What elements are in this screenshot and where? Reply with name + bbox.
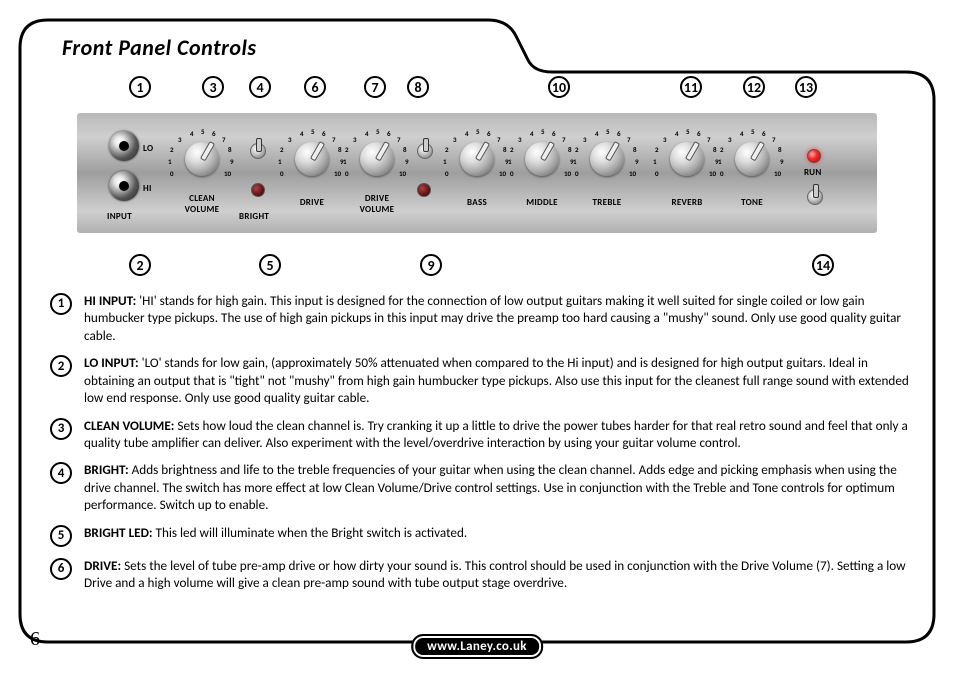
knob-tone[interactable]: 01 23 45 67 89 10 TONE <box>722 135 782 215</box>
callout-13: 13 <box>795 76 817 98</box>
callout-2: 2 <box>129 254 151 276</box>
amp-front-panel: LO HI INPUT 01 23 45 67 89 10 CLEAN VOLU… <box>77 113 877 233</box>
knob-middle[interactable]: 01 23 45 67 89 10 MIDDLE <box>512 135 572 215</box>
input-label: INPUT <box>107 211 132 222</box>
descriptions: 1 HI INPUT: 'HI' stands for high gain. T… <box>50 292 910 601</box>
knob-bass[interactable]: 01 23 45 67 89 10 BASS <box>447 135 507 215</box>
desc-num: 6 <box>50 558 72 580</box>
page-root: Front Panel Controls 1 3 4 6 7 8 10 11 1… <box>0 0 954 675</box>
knob-drive[interactable]: 01 23 45 67 89 10 DRIVE <box>282 135 342 215</box>
bright-switch[interactable] <box>250 143 266 159</box>
desc-row: 2 LO INPUT: 'LO' stands for low gain, (a… <box>50 354 910 406</box>
callout-12: 12 <box>743 76 765 98</box>
callout-5: 5 <box>259 254 281 276</box>
callout-10: 10 <box>548 76 570 98</box>
desc-body: LO INPUT: 'LO' stands for low gain, (app… <box>84 354 910 406</box>
desc-body: BRIGHT: Adds brightness and life to the … <box>84 461 910 513</box>
desc-num: 5 <box>50 525 72 547</box>
page-number: 6 <box>30 628 40 651</box>
channel-switch[interactable] <box>417 143 433 159</box>
knob-drive-volume[interactable]: 01 23 45 67 89 10 DRIVE VOLUME <box>347 135 407 215</box>
knob-label: BASS <box>447 197 507 208</box>
desc-num: 4 <box>50 462 72 484</box>
run-led <box>807 149 821 163</box>
desc-body: BRIGHT LED: This led will illuminate whe… <box>84 524 910 541</box>
page-title: Front Panel Controls <box>62 34 257 61</box>
callout-14: 14 <box>812 254 834 276</box>
knob-label: MIDDLE <box>512 197 572 208</box>
callout-1: 1 <box>129 76 151 98</box>
callout-6: 6 <box>304 76 326 98</box>
callout-9: 9 <box>420 254 442 276</box>
desc-num: 2 <box>50 355 72 377</box>
desc-row: 5 BRIGHT LED: This led will illuminate w… <box>50 524 910 547</box>
bright-led <box>251 183 265 197</box>
callout-3: 3 <box>202 76 224 98</box>
callout-11: 11 <box>680 76 702 98</box>
desc-row: 3 CLEAN VOLUME: Sets how loud the clean … <box>50 417 910 452</box>
desc-num: 1 <box>50 293 72 315</box>
callout-8: 8 <box>407 76 429 98</box>
knob-label: DRIVE VOLUME <box>347 193 407 215</box>
desc-row: 4 BRIGHT: Adds brightness and life to th… <box>50 461 910 513</box>
lo-input-jack[interactable] <box>109 131 139 161</box>
knob-label: DRIVE <box>282 197 342 208</box>
desc-row: 1 HI INPUT: 'HI' stands for high gain. T… <box>50 292 910 344</box>
knob-clean-volume[interactable]: 01 23 45 67 89 10 CLEAN VOLUME <box>172 135 232 215</box>
hi-input-jack[interactable] <box>109 171 139 201</box>
desc-num: 3 <box>50 418 72 440</box>
knob-label: REVERB <box>657 197 717 208</box>
hi-label: HI <box>143 183 152 194</box>
bright-label: BRIGHT <box>239 211 269 222</box>
desc-body: DRIVE: Sets the level of tube pre-amp dr… <box>84 557 910 592</box>
knob-label: TONE <box>722 197 782 208</box>
lo-label: LO <box>143 143 153 154</box>
callout-4: 4 <box>249 76 271 98</box>
knob-label: CLEAN VOLUME <box>172 193 232 215</box>
desc-row: 6 DRIVE: Sets the level of tube pre-amp … <box>50 557 910 592</box>
desc-body: CLEAN VOLUME: Sets how loud the clean ch… <box>84 417 910 452</box>
callout-7: 7 <box>364 76 386 98</box>
footer-url: www.Laney.co.uk <box>411 634 543 659</box>
knob-reverb[interactable]: 01 23 45 67 89 10 REVERB <box>657 135 717 215</box>
drive-channel-led <box>417 183 431 197</box>
run-label: RUN <box>804 167 822 178</box>
desc-body: HI INPUT: 'HI' stands for high gain. Thi… <box>84 292 910 344</box>
knob-label: TREBLE <box>577 197 637 208</box>
knob-treble[interactable]: 01 23 45 67 89 10 TREBLE <box>577 135 637 215</box>
standby-switch[interactable] <box>807 189 823 205</box>
